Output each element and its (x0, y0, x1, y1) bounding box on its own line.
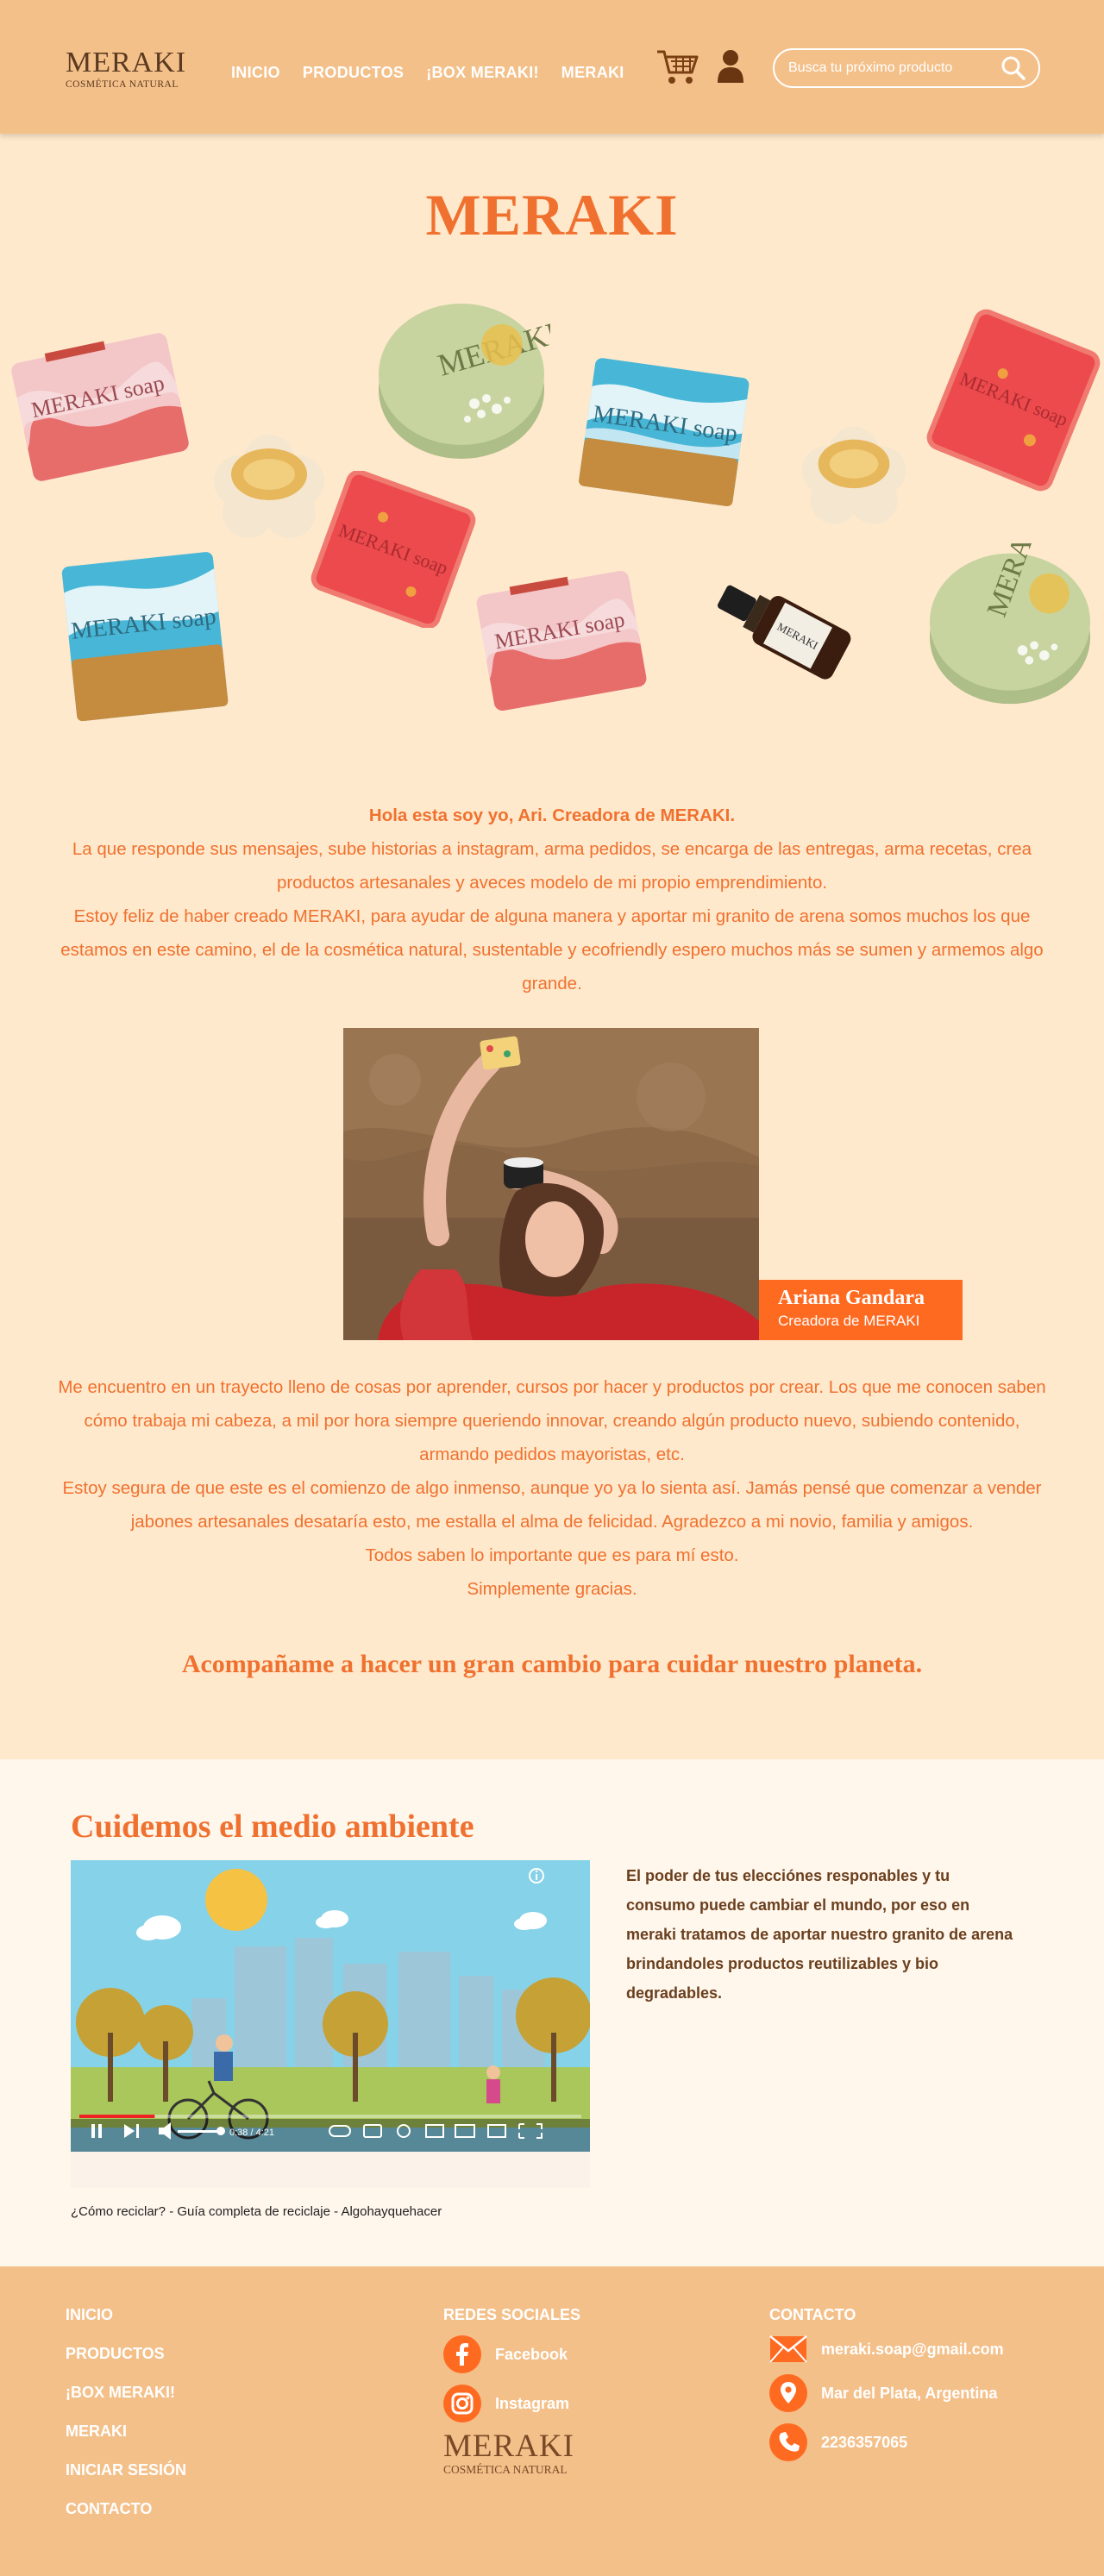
facebook-link[interactable]: Facebook (443, 2335, 580, 2373)
video-caption-bar (71, 2152, 590, 2188)
email-link[interactable]: meraki.soap@gmail.com (769, 2335, 1004, 2363)
footer-logo-sub: COSMÉTICA NATURAL (443, 2463, 568, 2476)
soap-bar-red-image-2: MERAKI soap (310, 471, 476, 628)
photo-caption: Ariana Gandara Creadora de MERAKI (759, 1280, 963, 1340)
footer-link-box-meraki[interactable]: ¡BOX MERAKI! (66, 2384, 186, 2422)
nav-box-meraki[interactable]: ¡BOX MERAKI! (426, 64, 539, 82)
instagram-icon (443, 2385, 481, 2422)
intro-paragraph-1: La que responde sus mensajes, sube histo… (72, 839, 1032, 893)
call-to-action: Acompañame a hacer un gran cambio para c… (181, 1650, 923, 1678)
contact-phone: 2236357065 (821, 2433, 908, 2451)
soap-bar-red-image: MERAKI soap (926, 309, 1101, 492)
footer-links: INICIO PRODUCTOS ¡BOX MERAKI! MERAKI INI… (66, 2306, 186, 2539)
footer-social: REDES SOCIALES Facebook Instagram (443, 2306, 580, 2422)
soap-round-green-image-2: MERAKI soap (929, 543, 1091, 705)
cart-icon[interactable] (656, 47, 699, 86)
intro-paragraph-2: Estoy feliz de haber creado MERAKI, para… (60, 906, 1044, 993)
search-bar (773, 48, 1040, 88)
location-pin-icon (769, 2374, 807, 2412)
soap-flower-image-2 (801, 426, 906, 524)
environment-title: Cuidemos el medio ambiente (71, 1808, 474, 1845)
contact-location: Mar del Plata, Argentina (821, 2384, 998, 2402)
footer-link-contacto[interactable]: CONTACTO (66, 2500, 186, 2539)
video-time: 0:38 / 4:21 (229, 2128, 274, 2138)
soap-bar-blue-image: MERAKI soap (579, 358, 750, 507)
contact-heading: CONTACTO (769, 2306, 856, 2323)
environment-text: El poder de tus elecciónes responables y… (626, 1867, 1013, 2002)
founder-name: Ariana Gandara (778, 1287, 925, 1309)
nav-meraki[interactable]: MERAKI (561, 64, 624, 82)
footer-logo[interactable]: MERAKI COSMÉTICA NATURAL (443, 2430, 574, 2477)
story-text: Me encuentro en un trayecto lleno de cos… (52, 1370, 1052, 1606)
site-header: MERAKI COSMÉTICA NATURAL INICIO PRODUCTO… (0, 0, 1104, 134)
story-paragraph-4: Simplemente gracias. (467, 1579, 637, 1599)
story-paragraph-3: Todos saben lo importante que es para mí… (365, 1545, 739, 1565)
search-input[interactable] (788, 60, 1000, 76)
site-footer: INICIO PRODUCTOS ¡BOX MERAKI! MERAKI INI… (0, 2266, 1104, 2576)
facebook-label: Facebook (495, 2345, 568, 2363)
footer-link-productos[interactable]: PRODUCTOS (66, 2345, 186, 2384)
instagram-label: Instagram (495, 2394, 570, 2412)
nav-productos[interactable]: PRODUCTOS (303, 64, 404, 82)
soap-bar-blue-image-2: MERAKI soap (61, 552, 229, 722)
environment-section: Cuidemos el medio ambiente 0:38 / 4:21 E… (0, 1759, 1104, 2266)
user-icon[interactable] (716, 48, 745, 83)
phone-icon (769, 2423, 807, 2461)
footer-contact: CONTACTO meraki.soap@gmail.com Mar del P… (769, 2306, 1004, 2461)
founder-photo (343, 1028, 759, 1340)
instagram-link[interactable]: Instagram (443, 2385, 580, 2422)
footer-logo-main: MERAKI (443, 2429, 574, 2464)
story-paragraph-1: Me encuentro en un trayecto lleno de cos… (58, 1377, 1046, 1464)
video-caption[interactable]: ¿Cómo reciclar? - Guía completa de recic… (71, 2204, 442, 2219)
soap-bar-pink-image: MERAKI soap (11, 333, 189, 481)
main-nav: INICIO PRODUCTOS ¡BOX MERAKI! MERAKI (231, 64, 624, 82)
serum-bottle-image: MERAKI (717, 585, 851, 680)
brand-logo[interactable]: MERAKI COSMÉTICA NATURAL (66, 47, 187, 91)
footer-link-meraki[interactable]: MERAKI (66, 2422, 186, 2461)
logo-main-text: MERAKI (66, 47, 187, 78)
nav-inicio[interactable]: INICIO (231, 64, 280, 82)
location-row: Mar del Plata, Argentina (769, 2374, 1004, 2412)
soap-round-green-image: MERAKI soap (379, 298, 550, 459)
founder-role: Creadora de MERAKI (778, 1313, 920, 1329)
soap-bar-pink-image-2: MERAKI soap (476, 570, 647, 711)
story-paragraph-2: Estoy segura de que este es el comienzo … (62, 1478, 1042, 1532)
intro-heading: Hola esta soy yo, Ari. Creadora de MERAK… (368, 805, 736, 825)
video-player[interactable]: 0:38 / 4:21 (71, 1860, 590, 2152)
social-heading: REDES SOCIALES (443, 2306, 581, 2323)
intro-text: Hola esta soy yo, Ari. Creadora de MERAK… (52, 799, 1052, 1000)
page-title: MERAKI (425, 182, 679, 248)
phone-link[interactable]: 2236357065 (769, 2423, 1004, 2461)
contact-email: meraki.soap@gmail.com (821, 2340, 1004, 2358)
facebook-icon (443, 2335, 481, 2373)
mail-icon (769, 2335, 807, 2363)
footer-link-login[interactable]: INICIAR SESIÓN (66, 2461, 186, 2500)
search-icon[interactable] (1000, 55, 1026, 81)
logo-sub-text: COSMÉTICA NATURAL (66, 79, 179, 90)
footer-link-inicio[interactable]: INICIO (66, 2306, 186, 2345)
